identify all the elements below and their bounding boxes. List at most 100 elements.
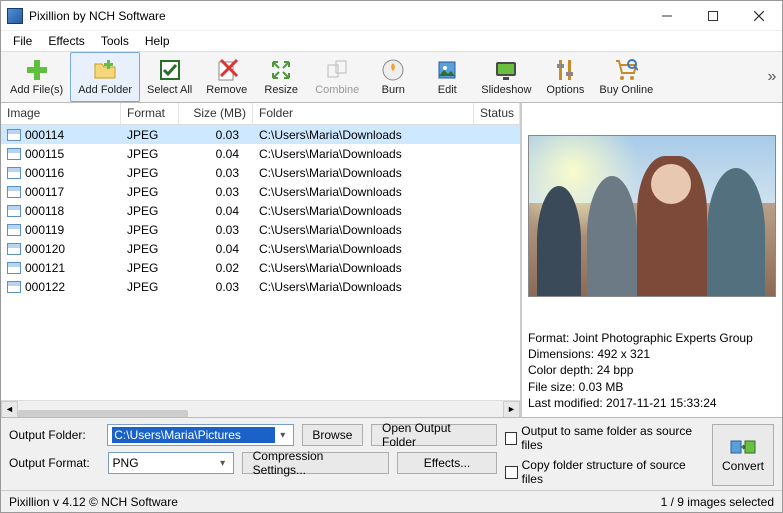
table-row[interactable]: 000120 JPEG0.04C:\Users\Maria\Downloads [1,239,520,258]
table-row[interactable]: 000121JPEG0.02C:\Users\Maria\Downloads [1,258,520,277]
col-size[interactable]: Size (MB) [179,103,253,124]
select-all-button[interactable]: Select All [140,52,199,102]
info-file-size: File size: 0.03 MB [528,379,776,395]
scroll-right-arrow[interactable]: ► [503,401,520,418]
resize-button[interactable]: Resize [254,52,308,102]
cart-icon [614,58,638,82]
horizontal-scrollbar[interactable]: ◄ ► [1,400,520,417]
slideshow-icon [494,58,518,82]
close-button[interactable] [736,1,782,31]
file-size: 0.03 [179,128,253,142]
output-format-combo[interactable]: PNG ▾ [108,452,234,474]
table-row[interactable]: 000117 JPEG0.03C:\Users\Maria\Downloads [1,182,520,201]
app-icon [7,8,23,24]
file-size: 0.04 [179,147,253,161]
edit-icon [435,58,459,82]
resize-icon [269,58,293,82]
preview-image [528,135,776,297]
file-size: 0.03 [179,223,253,237]
toolbar-overflow[interactable]: » [764,68,780,86]
file-name: 000120 [25,242,65,256]
col-status[interactable]: Status [474,103,520,124]
table-row[interactable]: 000118JPEG0.04C:\Users\Maria\Downloads [1,201,520,220]
copy-folder-structure-checkbox[interactable]: Copy folder structure of source files [505,458,704,486]
col-format[interactable]: Format [121,103,179,124]
minimize-button[interactable] [644,1,690,31]
buy-online-button[interactable]: Buy Online [592,52,660,102]
output-same-folder-checkbox[interactable]: Output to same folder as source files [505,424,704,452]
add-folder-button[interactable]: Add Folder [70,52,140,102]
info-last-modified: Last modified: 2017-11-21 15:33:24 [528,395,776,411]
file-format: JPEG [121,166,179,180]
file-folder: C:\Users\Maria\Downloads [253,147,474,161]
file-size: 0.03 [179,185,253,199]
burn-button[interactable]: Burn [366,52,420,102]
file-folder: C:\Users\Maria\Downloads [253,242,474,256]
image-file-icon [7,205,21,217]
folder-plus-icon [93,58,117,82]
options-icon [553,58,577,82]
status-selection: 1 / 9 images selected [661,495,774,509]
file-size: 0.02 [179,261,253,275]
add-files-button[interactable]: Add File(s) [3,52,70,102]
browse-button[interactable]: Browse [302,424,363,446]
chevron-down-icon: ▾ [275,430,291,441]
file-format: JPEG [121,128,179,142]
open-output-folder-button[interactable]: Open Output Folder [371,424,497,446]
file-format: JPEG [121,147,179,161]
slideshow-button[interactable]: Slideshow [474,52,538,102]
file-format: JPEG [121,204,179,218]
menu-effects[interactable]: Effects [40,32,92,50]
output-format-label: Output Format: [9,456,100,470]
file-folder: C:\Users\Maria\Downloads [253,185,474,199]
table-row[interactable]: 000115 JPEG0.04C:\Users\Maria\Downloads [1,144,520,163]
file-folder: C:\Users\Maria\Downloads [253,280,474,294]
image-file-icon [7,224,21,236]
maximize-button[interactable] [690,1,736,31]
output-folder-combo[interactable]: C:\Users\Maria\Pictures ▾ [107,424,294,446]
file-format: JPEG [121,185,179,199]
menu-help[interactable]: Help [137,32,178,50]
preview-info: Format: Joint Photographic Experts Group… [526,324,778,413]
col-image[interactable]: Image [1,103,121,124]
file-name: 000121 [25,261,65,275]
chevron-down-icon: ▾ [215,458,231,469]
output-format-value: PNG [113,456,215,470]
file-name: 000117 [25,185,64,199]
output-folder-label: Output Folder: [9,428,99,442]
scrollbar-thumb[interactable] [18,410,188,417]
image-file-icon [7,243,21,255]
file-format: JPEG [121,242,179,256]
file-format: JPEG [121,280,179,294]
status-version: Pixillion v 4.12 © NCH Software [9,495,661,509]
image-file-icon [7,129,21,141]
file-name: 000118 [25,204,64,218]
plus-icon [25,58,49,82]
scroll-left-arrow[interactable]: ◄ [1,401,18,418]
menu-file[interactable]: File [5,32,40,50]
file-size: 0.03 [179,166,253,180]
checkbox-icon [505,466,518,479]
options-button[interactable]: Options [538,52,592,102]
file-name: 000116 [25,166,64,180]
file-name: 000115 [25,147,64,161]
remove-button[interactable]: Remove [199,52,254,102]
col-folder[interactable]: Folder [253,103,474,124]
table-row[interactable]: 000114JPEG0.03C:\Users\Maria\Downloads [1,125,520,144]
file-format: JPEG [121,261,179,275]
effects-button[interactable]: Effects... [397,452,497,474]
burn-icon [381,58,405,82]
edit-button[interactable]: Edit [420,52,474,102]
file-size: 0.04 [179,242,253,256]
menu-tools[interactable]: Tools [93,32,137,50]
table-row[interactable]: 000116JPEG0.03C:\Users\Maria\Downloads [1,163,520,182]
info-color-depth: Color depth: 24 bpp [528,362,776,378]
compression-settings-button[interactable]: Compression Settings... [242,452,389,474]
convert-button[interactable]: Convert [712,424,774,486]
file-list[interactable]: 000114JPEG0.03C:\Users\Maria\Downloads00… [1,125,520,400]
info-format: Format: Joint Photographic Experts Group [528,330,776,346]
status-bar: Pixillion v 4.12 © NCH Software 1 / 9 im… [1,490,782,512]
table-row[interactable]: 000119JPEG0.03C:\Users\Maria\Downloads [1,220,520,239]
table-row[interactable]: 000122JPEG0.03C:\Users\Maria\Downloads [1,277,520,296]
toolbar: Add File(s) Add Folder Select All Remove… [1,51,782,103]
